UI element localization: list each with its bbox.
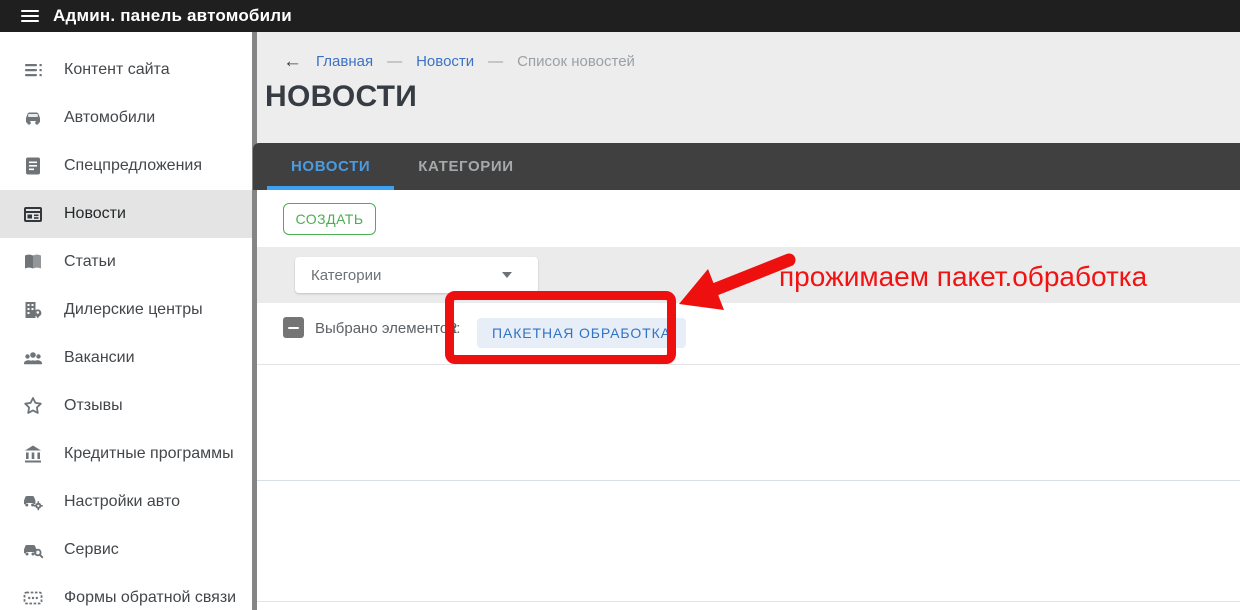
chevron-down-icon [502,272,512,278]
news-row-comvex[interactable]: COMVEX КРОКУС ЭКСПО, МОСКВА 27–30 МАЯ 20… [257,365,1240,480]
sidebar-item-label: Кредитные программы [64,445,234,463]
breadcrumb-news-link[interactable]: Новости [416,53,474,70]
breadcrumb-separator: — [488,53,503,70]
building-pin-icon [21,298,45,322]
breadcrumb-separator: — [387,53,402,70]
sidebar-item-credit-programs[interactable]: Кредитные программы [0,430,252,478]
sidebar-item-auto-settings[interactable]: Настройки авто [0,478,252,526]
breadcrumb-current: Список новостей [517,53,635,70]
sidebar-item-news[interactable]: Новости [0,190,252,238]
site-content-icon [21,58,45,82]
tab-news[interactable]: НОВОСТИ [267,143,394,190]
sidebar-item-site-content[interactable]: Контент сайта [0,46,252,94]
back-arrow-icon[interactable]: ← [283,52,302,71]
toolbar-band [257,190,1240,247]
tab-categories[interactable]: КАТЕГОРИИ [394,143,537,190]
admin-panel-app: Админ. панель автомобили Контент сайта А… [0,0,1240,610]
sidebar-item-dealers[interactable]: Дилерские центры [0,286,252,334]
sidebar-item-feedback-forms[interactable]: Формы обратной связи [0,574,252,610]
news-row-conference[interactable]: JAC MOTORS ✓ Дилерская конференция 2020 [257,481,1240,601]
sidebar-item-label: Спецпредложения [64,157,202,175]
sidebar-item-label: Формы обратной связи [64,589,236,607]
bank-icon [21,442,45,466]
sidebar: Контент сайта Автомобили Спецпредложения… [0,32,252,610]
news-icon [21,202,45,226]
row-divider [257,601,1240,602]
selected-count-value: 2 [449,320,457,337]
sidebar-item-label: Сервис [64,541,119,559]
sidebar-item-reviews[interactable]: Отзывы [0,382,252,430]
tabbar: НОВОСТИ КАТЕГОРИИ [253,143,1240,190]
batch-processing-button[interactable]: ПАКЕТНАЯ ОБРАБОТКА [477,318,686,348]
hamburger-menu-icon[interactable] [21,10,39,23]
sidebar-item-service[interactable]: Сервис [0,526,252,574]
app-title: Админ. панель автомобили [53,6,292,26]
feedback-form-icon [21,586,45,610]
sidebar-item-label: Контент сайта [64,61,170,79]
document-icon [21,154,45,178]
sidebar-item-label: Автомобили [64,109,155,127]
sidebar-item-label: Вакансии [64,349,135,367]
breadcrumb: ← Главная — Новости — Список новостей [283,52,635,71]
sidebar-item-vacancies[interactable]: Вакансии [0,334,252,382]
sidebar-item-articles[interactable]: Статьи [0,238,252,286]
people-icon [21,346,45,370]
sidebar-item-label: Отзывы [64,397,123,415]
annotation-text: прожимаем пакет.обработка [779,261,1147,293]
categories-dropdown-label: Категории [311,267,502,284]
sidebar-item-label: Статьи [64,253,116,271]
selected-count-label: Выбрано элементов: [315,320,460,337]
star-icon [21,394,45,418]
breadcrumb-home-link[interactable]: Главная [316,53,373,70]
categories-dropdown[interactable]: Категории [295,257,538,293]
book-icon [21,250,45,274]
sidebar-item-label: Дилерские центры [64,301,203,319]
topbar: Админ. панель автомобили [0,0,1240,32]
minus-icon [288,327,299,329]
create-button[interactable]: СОЗДАТЬ [283,203,376,235]
sidebar-item-special-offers[interactable]: Спецпредложения [0,142,252,190]
car-gear-icon [21,490,45,514]
sidebar-item-cars[interactable]: Автомобили [0,94,252,142]
sidebar-item-label: Новости [64,205,126,223]
sidebar-item-label: Настройки авто [64,493,180,511]
page-title: НОВОСТИ [265,80,417,114]
select-all-checkbox-indeterminate[interactable] [283,317,304,338]
car-icon [21,106,45,130]
car-service-icon [21,538,45,562]
